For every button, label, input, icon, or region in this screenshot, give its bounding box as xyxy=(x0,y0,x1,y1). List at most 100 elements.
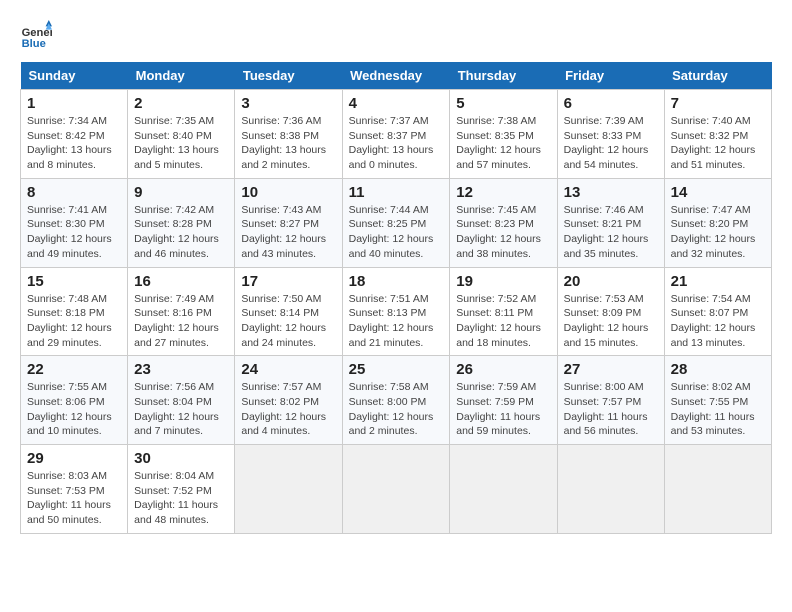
week-row-5: 29Sunrise: 8:03 AMSunset: 7:53 PMDayligh… xyxy=(21,445,772,534)
day-cell: 15 Sunrise: 7:48 AMSunset: 8:18 PMDayligh… xyxy=(21,267,128,356)
day-info: Sunrise: 8:00 AMSunset: 7:57 PMDaylight:… xyxy=(564,380,658,439)
day-info: Sunrise: 7:53 AMSunset: 8:09 PMDaylight:… xyxy=(564,292,658,351)
day-info: Sunrise: 8:02 AMSunset: 7:55 PMDaylight:… xyxy=(671,380,765,439)
day-cell: 10 Sunrise: 7:43 AMSunset: 8:27 PMDayligh… xyxy=(235,178,342,267)
day-info: Sunrise: 8:04 AMSunset: 7:52 PMDaylight:… xyxy=(134,469,228,528)
day-cell xyxy=(557,445,664,534)
day-number: 17 xyxy=(241,273,335,290)
logo-icon: General Blue xyxy=(20,20,52,52)
day-cell: 2 Sunrise: 7:35 AMSunset: 8:40 PMDaylight… xyxy=(128,90,235,179)
day-number: 16 xyxy=(134,273,228,290)
day-number: 14 xyxy=(671,184,765,201)
day-cell: 16 Sunrise: 7:49 AMSunset: 8:16 PMDayligh… xyxy=(128,267,235,356)
logo: General Blue xyxy=(20,20,56,52)
day-cell: 11 Sunrise: 7:44 AMSunset: 8:25 PMDayligh… xyxy=(342,178,450,267)
day-cell xyxy=(664,445,771,534)
day-cell: 12 Sunrise: 7:45 AMSunset: 8:23 PMDayligh… xyxy=(450,178,557,267)
day-number: 22 xyxy=(27,361,121,378)
day-number: 24 xyxy=(241,361,335,378)
day-info: Sunrise: 7:55 AMSunset: 8:06 PMDaylight:… xyxy=(27,380,121,439)
day-number: 26 xyxy=(456,361,550,378)
day-info: Sunrise: 7:47 AMSunset: 8:20 PMDaylight:… xyxy=(671,203,765,262)
day-number: 10 xyxy=(241,184,335,201)
day-cell xyxy=(235,445,342,534)
header: General Blue xyxy=(20,20,772,52)
week-row-3: 15 Sunrise: 7:48 AMSunset: 8:18 PMDayligh… xyxy=(21,267,772,356)
day-info: Sunrise: 7:34 AMSunset: 8:42 PMDaylight:… xyxy=(27,114,121,173)
day-cell: 24 Sunrise: 7:57 AMSunset: 8:02 PMDayligh… xyxy=(235,356,342,445)
day-info: Sunrise: 8:03 AMSunset: 7:53 PMDaylight:… xyxy=(27,469,121,528)
day-number: 12 xyxy=(456,184,550,201)
header-cell-thursday: Thursday xyxy=(450,62,557,90)
day-cell: 1 Sunrise: 7:34 AMSunset: 8:42 PMDaylight… xyxy=(21,90,128,179)
day-info: Sunrise: 7:39 AMSunset: 8:33 PMDaylight:… xyxy=(564,114,658,173)
day-cell xyxy=(450,445,557,534)
day-number: 19 xyxy=(456,273,550,290)
day-number: 27 xyxy=(564,361,658,378)
day-info: Sunrise: 7:45 AMSunset: 8:23 PMDaylight:… xyxy=(456,203,550,262)
day-cell xyxy=(342,445,450,534)
day-info: Sunrise: 7:36 AMSunset: 8:38 PMDaylight:… xyxy=(241,114,335,173)
header-cell-wednesday: Wednesday xyxy=(342,62,450,90)
day-number: 8 xyxy=(27,184,121,201)
day-info: Sunrise: 7:49 AMSunset: 8:16 PMDaylight:… xyxy=(134,292,228,351)
day-cell: 23Sunrise: 7:56 AMSunset: 8:04 PMDayligh… xyxy=(128,356,235,445)
day-info: Sunrise: 7:54 AMSunset: 8:07 PMDaylight:… xyxy=(671,292,765,351)
day-number: 7 xyxy=(671,95,765,112)
day-info: Sunrise: 7:43 AMSunset: 8:27 PMDaylight:… xyxy=(241,203,335,262)
day-cell: 25Sunrise: 7:58 AMSunset: 8:00 PMDayligh… xyxy=(342,356,450,445)
day-info: Sunrise: 7:51 AMSunset: 8:13 PMDaylight:… xyxy=(349,292,444,351)
day-number: 2 xyxy=(134,95,228,112)
week-row-1: 1 Sunrise: 7:34 AMSunset: 8:42 PMDaylight… xyxy=(21,90,772,179)
day-cell: 6 Sunrise: 7:39 AMSunset: 8:33 PMDaylight… xyxy=(557,90,664,179)
day-number: 20 xyxy=(564,273,658,290)
day-number: 11 xyxy=(349,184,444,201)
day-info: Sunrise: 7:46 AMSunset: 8:21 PMDaylight:… xyxy=(564,203,658,262)
day-info: Sunrise: 7:41 AMSunset: 8:30 PMDaylight:… xyxy=(27,203,121,262)
day-cell: 18 Sunrise: 7:51 AMSunset: 8:13 PMDayligh… xyxy=(342,267,450,356)
day-number: 18 xyxy=(349,273,444,290)
day-info: Sunrise: 7:52 AMSunset: 8:11 PMDaylight:… xyxy=(456,292,550,351)
day-cell: 9Sunrise: 7:42 AMSunset: 8:28 PMDaylight… xyxy=(128,178,235,267)
day-number: 5 xyxy=(456,95,550,112)
header-cell-sunday: Sunday xyxy=(21,62,128,90)
day-info: Sunrise: 7:50 AMSunset: 8:14 PMDaylight:… xyxy=(241,292,335,351)
day-cell: 4 Sunrise: 7:37 AMSunset: 8:37 PMDaylight… xyxy=(342,90,450,179)
header-cell-monday: Monday xyxy=(128,62,235,90)
header-cell-tuesday: Tuesday xyxy=(235,62,342,90)
day-info: Sunrise: 7:58 AMSunset: 8:00 PMDaylight:… xyxy=(349,380,444,439)
day-number: 13 xyxy=(564,184,658,201)
header-cell-friday: Friday xyxy=(557,62,664,90)
day-info: Sunrise: 7:56 AMSunset: 8:04 PMDaylight:… xyxy=(134,380,228,439)
day-number: 1 xyxy=(27,95,121,112)
week-row-2: 8 Sunrise: 7:41 AMSunset: 8:30 PMDaylight… xyxy=(21,178,772,267)
day-info: Sunrise: 7:57 AMSunset: 8:02 PMDaylight:… xyxy=(241,380,335,439)
calendar-table: SundayMondayTuesdayWednesdayThursdayFrid… xyxy=(20,62,772,534)
day-number: 15 xyxy=(27,273,121,290)
day-cell: 17 Sunrise: 7:50 AMSunset: 8:14 PMDayligh… xyxy=(235,267,342,356)
day-cell: 21Sunrise: 7:54 AMSunset: 8:07 PMDayligh… xyxy=(664,267,771,356)
day-info: Sunrise: 7:44 AMSunset: 8:25 PMDaylight:… xyxy=(349,203,444,262)
header-cell-saturday: Saturday xyxy=(664,62,771,90)
day-cell: 13 Sunrise: 7:46 AMSunset: 8:21 PMDayligh… xyxy=(557,178,664,267)
day-info: Sunrise: 7:48 AMSunset: 8:18 PMDaylight:… xyxy=(27,292,121,351)
day-cell: 22 Sunrise: 7:55 AMSunset: 8:06 PMDayligh… xyxy=(21,356,128,445)
day-cell: 26 Sunrise: 7:59 AMSunset: 7:59 PMDayligh… xyxy=(450,356,557,445)
week-row-4: 22 Sunrise: 7:55 AMSunset: 8:06 PMDayligh… xyxy=(21,356,772,445)
day-cell: 27 Sunrise: 8:00 AMSunset: 7:57 PMDayligh… xyxy=(557,356,664,445)
day-info: Sunrise: 7:40 AMSunset: 8:32 PMDaylight:… xyxy=(671,114,765,173)
svg-text:Blue: Blue xyxy=(22,38,46,50)
day-cell: 19 Sunrise: 7:52 AMSunset: 8:11 PMDayligh… xyxy=(450,267,557,356)
day-info: Sunrise: 7:59 AMSunset: 7:59 PMDaylight:… xyxy=(456,380,550,439)
day-number: 28 xyxy=(671,361,765,378)
day-info: Sunrise: 7:37 AMSunset: 8:37 PMDaylight:… xyxy=(349,114,444,173)
day-number: 9 xyxy=(134,184,228,201)
day-cell: 3Sunrise: 7:36 AMSunset: 8:38 PMDaylight… xyxy=(235,90,342,179)
day-cell: 5 Sunrise: 7:38 AMSunset: 8:35 PMDaylight… xyxy=(450,90,557,179)
day-info: Sunrise: 7:35 AMSunset: 8:40 PMDaylight:… xyxy=(134,114,228,173)
header-row: SundayMondayTuesdayWednesdayThursdayFrid… xyxy=(21,62,772,90)
day-cell: 8 Sunrise: 7:41 AMSunset: 8:30 PMDaylight… xyxy=(21,178,128,267)
day-number: 6 xyxy=(564,95,658,112)
day-info: Sunrise: 7:38 AMSunset: 8:35 PMDaylight:… xyxy=(456,114,550,173)
day-number: 4 xyxy=(349,95,444,112)
